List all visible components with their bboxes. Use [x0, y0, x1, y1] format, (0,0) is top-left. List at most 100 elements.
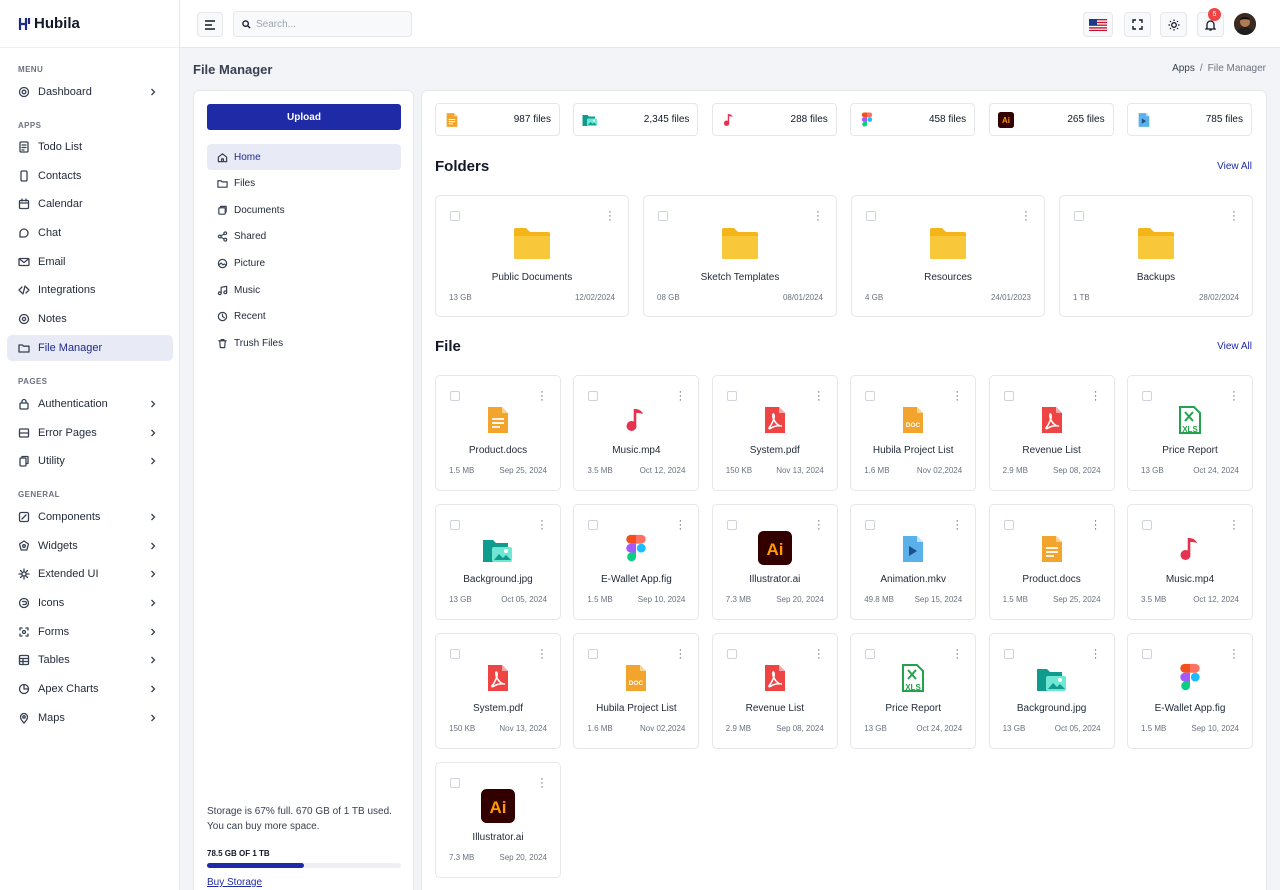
- language-button[interactable]: [1083, 12, 1113, 37]
- more-options-icon[interactable]: · · ·: [540, 516, 544, 535]
- select-checkbox[interactable]: [588, 391, 599, 401]
- file-nav-picture[interactable]: Picture: [207, 250, 401, 276]
- sidebar-item-utility[interactable]: Utility: [7, 448, 173, 474]
- more-options-icon[interactable]: · · ·: [816, 207, 820, 226]
- select-checkbox[interactable]: [865, 649, 876, 659]
- select-checkbox[interactable]: [1142, 649, 1152, 659]
- select-checkbox[interactable]: [450, 649, 460, 659]
- file-card[interactable]: · · · Product.docs 1.5 MB Sep 25, 2024: [435, 375, 561, 491]
- sidebar-item-calendar[interactable]: Calendar: [7, 191, 173, 217]
- select-checkbox[interactable]: [1003, 649, 1014, 659]
- folder-card[interactable]: · · · Sketch Templates 08 GB 08/01/2024: [643, 195, 837, 317]
- select-checkbox[interactable]: [726, 649, 737, 659]
- sidebar-item-maps[interactable]: Maps: [7, 705, 173, 731]
- sidebar-item-icons[interactable]: Icons: [7, 590, 173, 616]
- file-card[interactable]: · · · System.pdf 150 KB Nov 13, 2024: [711, 375, 838, 491]
- sidebar-item-widgets[interactable]: Widgets: [7, 533, 173, 559]
- select-checkbox[interactable]: [588, 649, 599, 659]
- stat-card-image[interactable]: 2,345 files: [573, 103, 699, 136]
- more-options-icon[interactable]: · · ·: [1094, 516, 1098, 535]
- more-options-icon[interactable]: · · ·: [1094, 387, 1098, 406]
- stat-card-ai[interactable]: Ai 265 files: [988, 103, 1114, 136]
- more-options-icon[interactable]: · · ·: [1024, 207, 1028, 226]
- file-card[interactable]: · · · XLS Price Report 13 GB Oct 24, 2024: [1127, 375, 1253, 491]
- select-checkbox[interactable]: [865, 391, 876, 401]
- more-options-icon[interactable]: · · ·: [817, 645, 821, 664]
- more-options-icon[interactable]: · · ·: [1094, 645, 1098, 664]
- search-box[interactable]: [233, 11, 412, 37]
- folder-card[interactable]: · · · Resources 4 GB 24/01/2023: [851, 195, 1045, 317]
- file-card[interactable]: · · · E-Wallet App.fig 1.5 MB Sep 10, 2024: [1127, 633, 1253, 749]
- file-card[interactable]: · · · Revenue List 2.9 MB Sep 08, 2024: [711, 633, 838, 749]
- file-card[interactable]: · · · Music.mp4 3.5 MB Oct 12, 2024: [1127, 504, 1253, 620]
- user-avatar[interactable]: [1234, 13, 1256, 35]
- file-nav-home[interactable]: Home: [207, 144, 401, 170]
- fullscreen-button[interactable]: [1124, 12, 1151, 37]
- sidebar-item-apex-charts[interactable]: Apex Charts: [7, 676, 173, 702]
- menu-toggle-button[interactable]: [197, 12, 223, 37]
- file-card[interactable]: · · · Product.docs 1.5 MB Sep 25, 2024: [988, 504, 1115, 620]
- sidebar-item-authentication[interactable]: Authentication: [7, 391, 173, 417]
- more-options-icon[interactable]: · · ·: [1232, 207, 1236, 226]
- sidebar-item-contacts[interactable]: Contacts: [7, 163, 173, 189]
- breadcrumb-apps[interactable]: Apps: [1172, 63, 1195, 74]
- more-options-icon[interactable]: · · ·: [678, 516, 683, 535]
- file-card[interactable]: · · · Background.jpg 13 GB Oct 05, 2024: [435, 504, 561, 620]
- stat-card-figma[interactable]: 458 files: [850, 103, 976, 136]
- select-checkbox[interactable]: [1074, 211, 1084, 221]
- select-checkbox[interactable]: [450, 778, 460, 788]
- more-options-icon[interactable]: · · ·: [955, 387, 959, 406]
- sidebar-item-integrations[interactable]: Integrations: [7, 277, 173, 303]
- more-options-icon[interactable]: · · ·: [817, 387, 821, 406]
- sidebar-item-error-pages[interactable]: Error Pages: [7, 420, 173, 446]
- more-options-icon[interactable]: · · ·: [540, 387, 544, 406]
- sidebar-item-email[interactable]: Email: [7, 249, 173, 275]
- file-card[interactable]: · · · Background.jpg 13 GB Oct 05, 2024: [988, 633, 1115, 749]
- file-nav-recent[interactable]: Recent: [207, 304, 401, 330]
- select-checkbox[interactable]: [450, 391, 460, 401]
- select-checkbox[interactable]: [1142, 520, 1152, 530]
- sidebar-item-file-manager[interactable]: File Manager: [7, 334, 173, 361]
- sidebar-item-tables[interactable]: Tables: [7, 647, 173, 673]
- select-checkbox[interactable]: [588, 520, 599, 530]
- file-card[interactable]: · · · Music.mp4 3.5 MB Oct 12, 2024: [573, 375, 700, 491]
- theme-toggle-button[interactable]: [1160, 12, 1187, 37]
- sidebar-item-extended-ui[interactable]: Extended UI: [7, 561, 173, 587]
- select-checkbox[interactable]: [726, 520, 737, 530]
- sidebar-item-components[interactable]: Components: [7, 504, 173, 530]
- stat-card-doc[interactable]: 987 files: [435, 103, 560, 136]
- app-logo[interactable]: Hubila: [0, 0, 179, 48]
- notifications-button[interactable]: 5: [1197, 8, 1224, 37]
- file-nav-files[interactable]: Files: [207, 171, 401, 197]
- stat-card-music[interactable]: 288 files: [711, 103, 837, 136]
- buy-storage-link[interactable]: Buy Storage: [207, 877, 262, 888]
- file-card[interactable]: · · · Revenue List 2.9 MB Sep 08, 2024: [988, 375, 1115, 491]
- sidebar-item-todo-list[interactable]: Todo List: [7, 134, 173, 160]
- stat-card-video[interactable]: 785 files: [1127, 103, 1252, 136]
- file-nav-shared[interactable]: Shared: [207, 224, 401, 250]
- select-checkbox[interactable]: [866, 211, 876, 221]
- select-checkbox[interactable]: [450, 520, 460, 530]
- more-options-icon[interactable]: · · ·: [540, 645, 544, 664]
- select-checkbox[interactable]: [726, 391, 737, 401]
- file-card[interactable]: · · · System.pdf 150 KB Nov 13, 2024: [435, 633, 561, 749]
- file-card[interactable]: · · · E-Wallet App.fig 1.5 MB Sep 10, 2024: [573, 504, 700, 620]
- more-options-icon[interactable]: · · ·: [955, 645, 959, 664]
- file-nav-trush-files[interactable]: Trush Files: [207, 330, 401, 356]
- file-card[interactable]: · · · Animation.mkv 49.8 MB Sep 15, 2024: [850, 504, 977, 620]
- file-card[interactable]: · · · DOC Hubila Project List 1.6 MB Nov 02…: [850, 375, 977, 491]
- files-view-all-link[interactable]: View All: [1217, 341, 1252, 352]
- more-options-icon[interactable]: · · ·: [955, 516, 959, 535]
- file-nav-music[interactable]: Music: [207, 277, 401, 303]
- sidebar-item-notes[interactable]: Notes: [7, 306, 173, 332]
- file-nav-documents[interactable]: Documents: [207, 197, 401, 223]
- select-checkbox[interactable]: [865, 520, 876, 530]
- more-options-icon[interactable]: · · ·: [817, 516, 821, 535]
- select-checkbox[interactable]: [1003, 391, 1014, 401]
- file-card[interactable]: · · · XLS Price Report 13 GB Oct 24, 2024: [850, 633, 977, 749]
- more-options-icon[interactable]: · · ·: [1232, 516, 1236, 535]
- more-options-icon[interactable]: · · ·: [1232, 387, 1236, 406]
- more-options-icon[interactable]: · · ·: [1232, 645, 1236, 664]
- select-checkbox[interactable]: [658, 211, 668, 221]
- file-card[interactable]: · · · DOC Hubila Project List 1.6 MB Nov 02…: [573, 633, 700, 749]
